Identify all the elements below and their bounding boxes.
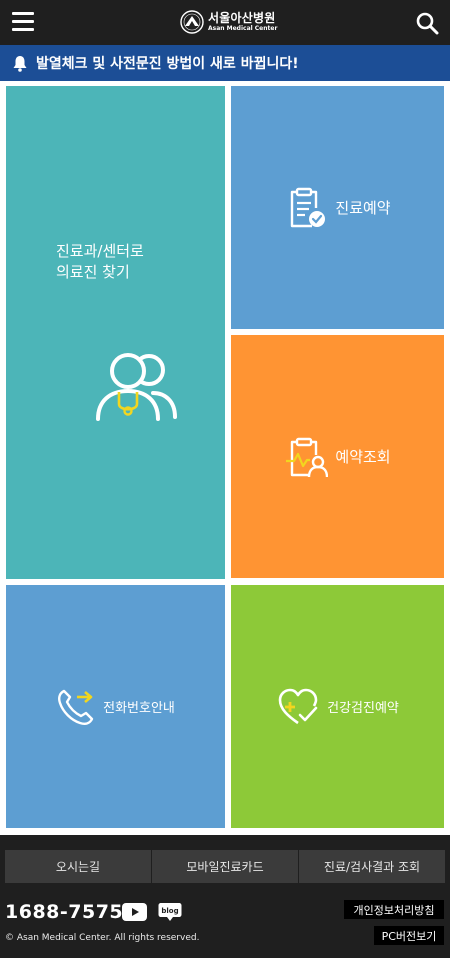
notice-text: 발열체크 및 사전문진 방법이 새로 바뀝니다! <box>36 56 299 72</box>
copyright-text: © Asan Medical Center. All rights reserv… <box>5 933 200 943</box>
youtube-icon[interactable] <box>122 903 147 921</box>
footer-link-mobile-card[interactable]: 모바일진료카드 <box>152 850 299 883</box>
pc-version-button[interactable]: PC버전보기 <box>374 926 444 945</box>
search-icon[interactable] <box>415 11 439 35</box>
tile-reservation-lookup[interactable]: 예약조회 <box>231 335 444 578</box>
blog-icon[interactable]: blog <box>158 902 182 922</box>
blog-icon-text: blog <box>161 907 178 915</box>
logo[interactable]: 서울아산병원 Asan Medical Center <box>180 8 277 36</box>
phone-arrow-icon <box>58 689 94 725</box>
tile-phone-directory-label: 전화번호안내 <box>103 701 175 716</box>
tile-health-checkup-label: 건강검진예약 <box>327 701 399 716</box>
tile-find-doctors[interactable]: 진료과/센터로 의료진 찾기 <box>6 86 225 579</box>
clipboard-person-icon <box>286 437 329 477</box>
footer-link-results[interactable]: 진료/검사결과 조회 <box>299 850 445 883</box>
logo-english-name: Asan Medical Center <box>208 25 278 32</box>
tile-phone-directory[interactable]: 전화번호안내 <box>6 585 225 828</box>
hospital-phone-number[interactable]: 1688-7575 <box>5 901 123 923</box>
notice-banner[interactable]: 발열체크 및 사전문진 방법이 새로 바뀝니다! <box>0 45 450 81</box>
footer-nav: 오시는길 모바일진료카드 진료/검사결과 조회 <box>5 850 445 883</box>
tile-find-doctors-label: 진료과/센터로 의료진 찾기 <box>56 241 144 283</box>
clipboard-check-icon <box>291 187 326 227</box>
tile-health-checkup[interactable]: 건강검진예약 <box>231 585 444 828</box>
tile-reservation[interactable]: 진료예약 <box>231 86 444 329</box>
privacy-policy-button[interactable]: 개인정보처리방침 <box>344 900 444 919</box>
tile-find-doctors-line2: 의료진 찾기 <box>56 263 130 281</box>
hospital-emblem-icon <box>180 10 204 34</box>
top-header: 서울아산병원 Asan Medical Center <box>0 0 450 45</box>
logo-korean-name: 서울아산병원 <box>208 11 276 25</box>
hamburger-menu-icon[interactable] <box>12 12 34 32</box>
footer-link-directions[interactable]: 오시는길 <box>5 850 152 883</box>
heart-check-icon <box>278 688 318 724</box>
footer: 오시는길 모바일진료카드 진료/검사결과 조회 1688-7575 blog ©… <box>0 835 450 958</box>
bell-icon <box>13 55 27 72</box>
tile-reservation-lookup-label: 예약조회 <box>335 448 391 466</box>
doctor-stethoscope-icon <box>96 353 177 421</box>
tile-reservation-label: 진료예약 <box>335 199 391 217</box>
tile-find-doctors-line1: 진료과/센터로 <box>56 242 144 260</box>
